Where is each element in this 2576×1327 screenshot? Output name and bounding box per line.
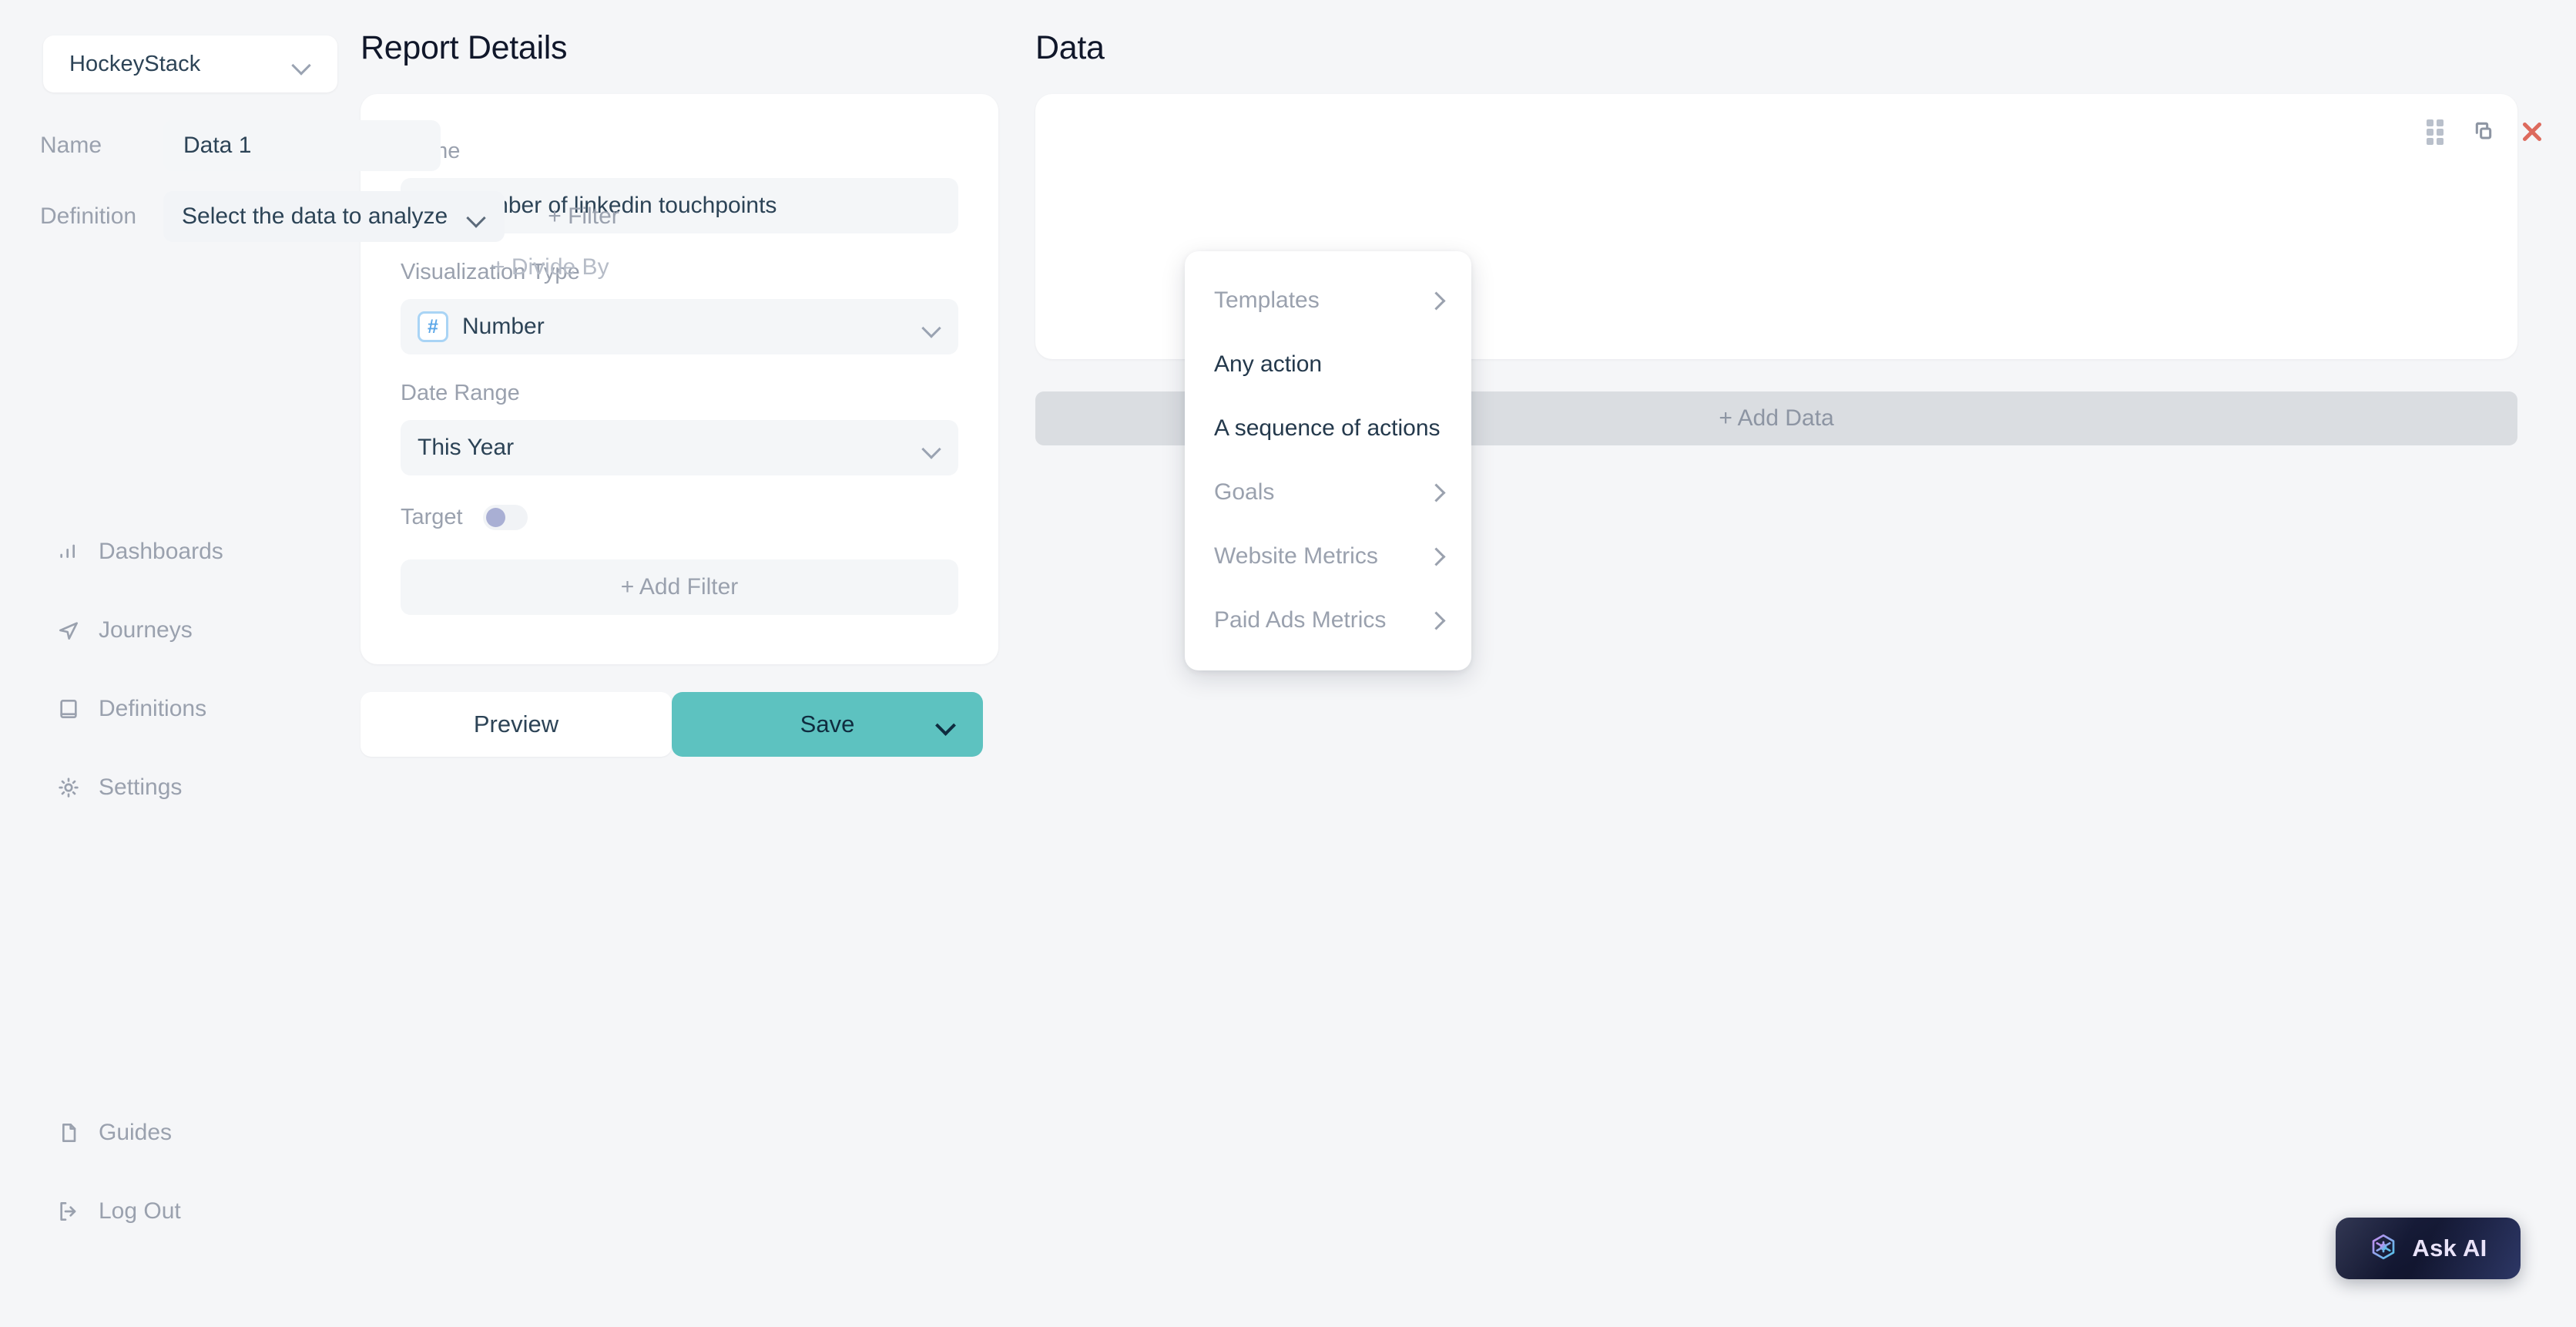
sidebar-item-label: Journeys (99, 617, 193, 643)
book-icon (55, 696, 82, 722)
date-range-select[interactable]: This Year (401, 420, 958, 475)
sidebar-item-label: Definitions (99, 696, 207, 721)
sidebar-item-label: Guides (99, 1120, 173, 1145)
copy-icon[interactable] (2470, 119, 2494, 144)
logout-icon (55, 1198, 82, 1225)
target-toggle[interactable] (482, 505, 528, 530)
divide-by-link[interactable]: + Divide By (491, 254, 609, 281)
dropdown-item-label: Goals (1214, 479, 1275, 505)
name-field-label: Name (401, 139, 958, 164)
save-button-label: Save (800, 711, 855, 737)
data-divide-row: + Divide By (40, 254, 609, 281)
sidebar-main-nav: Dashboards Journeys Definitions Settings (55, 532, 223, 846)
target-label: Target (401, 505, 463, 529)
data-card-tools (2427, 117, 2547, 146)
definition-label: Definition (40, 203, 137, 229)
hash-number-icon: # (418, 311, 448, 342)
sidebar-item-journeys[interactable]: Journeys (55, 610, 223, 650)
add-filter-button[interactable]: + Add Filter (401, 559, 958, 615)
sidebar-item-label: Log Out (99, 1198, 181, 1224)
chevron-down-icon (921, 438, 941, 458)
add-filter-link[interactable]: + Filter (548, 203, 619, 230)
date-range-value: This Year (418, 435, 515, 460)
dropdown-item-paid-ads-metrics[interactable]: Paid Ads Metrics (1185, 588, 1471, 652)
dropdown-item-sequence-of-actions[interactable]: A sequence of actions (1185, 396, 1471, 460)
sidebar-item-label: Dashboards (99, 539, 223, 564)
report-details-title: Report Details (361, 29, 568, 66)
toggle-knob (485, 508, 505, 527)
data-name-label: Name (40, 133, 102, 158)
dropdown-item-any-action[interactable]: Any action (1185, 332, 1471, 396)
chevron-right-icon (1428, 549, 1442, 563)
chevron-down-icon (921, 317, 941, 337)
visualization-type-value: Number (462, 314, 545, 339)
data-definition-row: Definition Select the data to analyze + … (40, 191, 619, 242)
data-name-row: Name Data 1 (40, 120, 441, 171)
report-details-card: Name Avg number of linkedin touchpoints … (361, 94, 998, 664)
chevron-down-icon (466, 207, 486, 227)
gear-icon (55, 774, 82, 801)
sidebar-item-logout[interactable]: Log Out (55, 1191, 181, 1231)
chevron-right-icon (1428, 485, 1442, 499)
sidebar-item-label: Settings (99, 774, 183, 800)
hexagon-ai-icon (2369, 1232, 2398, 1265)
target-row: Target (401, 505, 958, 530)
chevron-down-icon[interactable] (935, 714, 955, 734)
data-name-input[interactable]: Data 1 (163, 120, 441, 171)
sidebar-item-guides[interactable]: Guides (55, 1113, 181, 1153)
preview-button[interactable]: Preview (361, 692, 672, 757)
sidebar-bottom-nav: Guides Log Out (55, 1113, 181, 1270)
sidebar-item-settings[interactable]: Settings (55, 768, 223, 808)
date-range-label: Date Range (401, 381, 520, 405)
save-button[interactable]: Save (672, 692, 983, 757)
dropdown-item-goals[interactable]: Goals (1185, 460, 1471, 524)
ask-ai-label: Ask AI (2412, 1235, 2487, 1261)
bar-chart-icon (55, 539, 82, 565)
close-x-icon[interactable] (2517, 117, 2547, 146)
definition-dropdown-menu: Templates Any action A sequence of actio… (1185, 251, 1471, 670)
workspace-switcher[interactable]: HockeyStack (43, 35, 337, 92)
app-root: HockeyStack Dashboards Journeys Definiti… (0, 0, 2576, 1327)
dropdown-item-label: Any action (1214, 351, 1323, 377)
dropdown-item-label: Website Metrics (1214, 543, 1378, 569)
workspace-name: HockeyStack (69, 51, 201, 76)
definition-value: Select the data to analyze (182, 203, 448, 229)
dropdown-item-templates[interactable]: Templates (1185, 268, 1471, 332)
data-panel-title: Data (1035, 29, 1105, 66)
dropdown-item-website-metrics[interactable]: Website Metrics (1185, 524, 1471, 588)
sidebar-item-dashboards[interactable]: Dashboards (55, 532, 223, 572)
dropdown-item-label: Paid Ads Metrics (1214, 606, 1387, 633)
dropdown-item-label: A sequence of actions (1214, 415, 1441, 441)
report-actions: Preview Save (361, 692, 983, 757)
document-icon (55, 1120, 82, 1146)
chevron-right-icon (1428, 613, 1442, 627)
dropdown-item-label: Templates (1214, 287, 1320, 313)
navigation-arrow-icon (55, 617, 82, 643)
ask-ai-button[interactable]: Ask AI (2336, 1218, 2521, 1279)
chevron-down-icon (291, 54, 311, 74)
data-name-value: Data 1 (183, 133, 252, 158)
sidebar-item-definitions[interactable]: Definitions (55, 689, 223, 729)
visualization-type-select[interactable]: # Number (401, 299, 958, 354)
chevron-right-icon (1428, 294, 1442, 307)
definition-select[interactable]: Select the data to analyze (163, 191, 505, 242)
drag-handle-icon[interactable] (2427, 119, 2447, 145)
